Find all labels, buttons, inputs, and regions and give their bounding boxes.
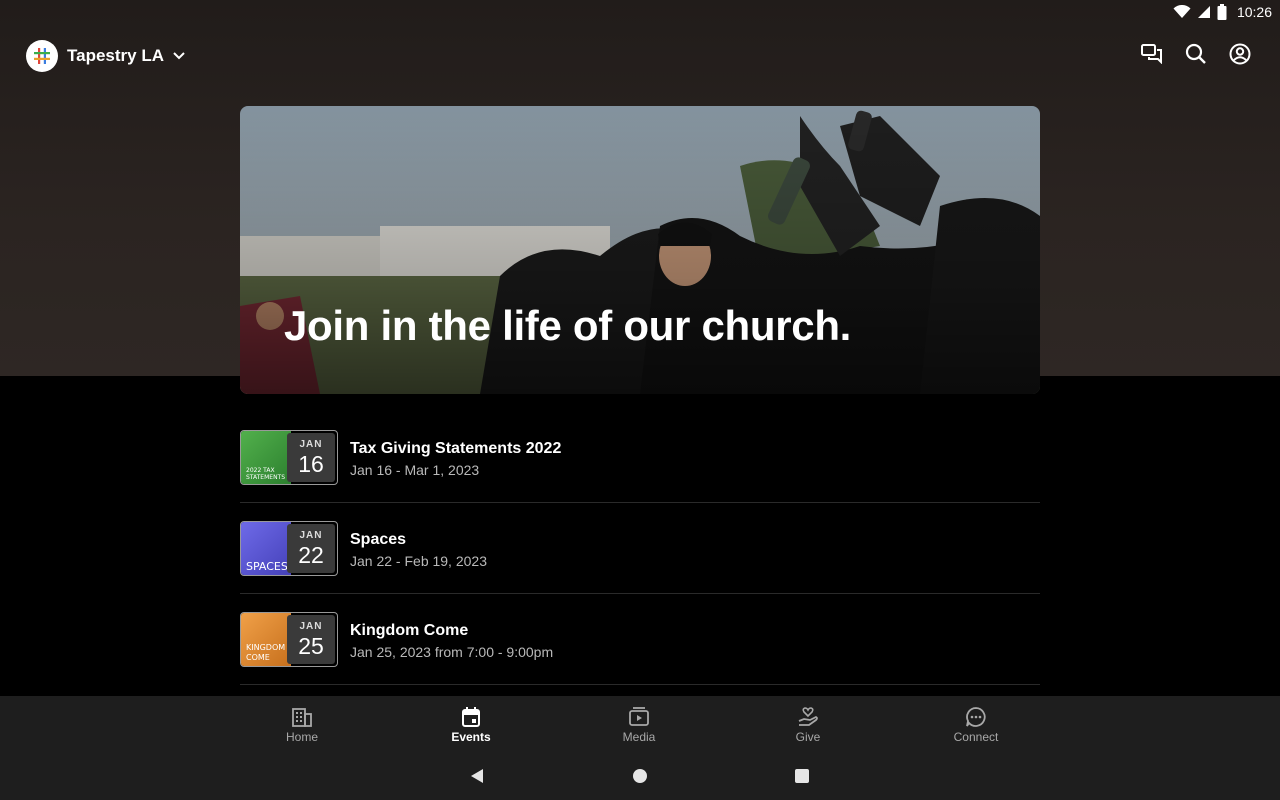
event-thumbnail-caption: SPACES bbox=[246, 560, 288, 573]
event-date-badge: JAN 16 bbox=[287, 433, 335, 482]
event-month: JAN bbox=[299, 439, 323, 450]
event-thumbnail: SPACES JAN 22 bbox=[240, 521, 338, 576]
media-play-icon bbox=[629, 707, 649, 726]
hero-title: Join in the life of our church. bbox=[284, 302, 852, 349]
event-month: JAN bbox=[299, 621, 323, 632]
bottom-nav: Home Events Media Give Connect bbox=[0, 696, 1280, 752]
event-item-tax-giving[interactable]: 2022 TAX STATEMENTS JAN 16 Tax Giving St… bbox=[240, 412, 1040, 503]
nav-label: Connect bbox=[953, 730, 999, 744]
nav-connect[interactable]: Connect bbox=[921, 696, 1031, 752]
event-title: Kingdom Come bbox=[350, 622, 469, 639]
nav-label: Media bbox=[622, 730, 656, 744]
org-switcher[interactable]: Tapestry LA bbox=[26, 40, 185, 72]
status-icons: 10:26 bbox=[1173, 4, 1272, 20]
hero-photo bbox=[240, 106, 1040, 394]
event-day: 16 bbox=[298, 451, 324, 477]
event-title: Tax Giving Statements 2022 bbox=[350, 440, 562, 457]
event-date-badge: JAN 22 bbox=[287, 524, 335, 573]
system-nav-bar bbox=[0, 752, 1280, 800]
event-date-range: Jan 16 - Mar 1, 2023 bbox=[350, 462, 480, 478]
header-actions bbox=[1140, 42, 1252, 66]
event-title: Spaces bbox=[350, 531, 407, 548]
event-list: 2022 TAX STATEMENTS JAN 16 Tax Giving St… bbox=[240, 412, 1040, 685]
app-header: Tapestry LA bbox=[0, 36, 1280, 78]
cell-signal-icon bbox=[1197, 6, 1210, 18]
hand-heart-icon bbox=[798, 707, 818, 726]
messages-button[interactable] bbox=[1140, 42, 1164, 66]
event-date-range: Jan 25, 2023 from 7:00 - 9:00pm bbox=[350, 644, 554, 660]
nav-home[interactable]: Home bbox=[247, 696, 357, 752]
back-icon[interactable] bbox=[468, 767, 486, 785]
nav-label: Give bbox=[795, 730, 821, 744]
org-name: Tapestry LA bbox=[67, 46, 164, 65]
search-icon bbox=[1185, 43, 1206, 64]
calendar-icon bbox=[462, 707, 480, 727]
event-date-badge: JAN 25 bbox=[287, 615, 335, 664]
recents-square-icon[interactable] bbox=[793, 767, 811, 785]
building-icon bbox=[292, 708, 312, 727]
chat-bubble-icon bbox=[966, 707, 986, 727]
event-item-kingdom-come[interactable]: KINGDOM COME JAN 25 Kingdom Come Jan 25,… bbox=[240, 594, 1040, 685]
event-thumbnail: KINGDOM COME JAN 25 bbox=[240, 612, 338, 667]
event-item-spaces[interactable]: SPACES JAN 22 Spaces Jan 22 - Feb 19, 20… bbox=[240, 503, 1040, 594]
tapestry-logo-icon bbox=[26, 40, 58, 72]
hero-banner[interactable]: Join in the life of our church. bbox=[240, 106, 1040, 394]
profile-button[interactable] bbox=[1228, 42, 1252, 66]
messages-icon bbox=[1141, 44, 1162, 64]
nav-label: Home bbox=[285, 730, 318, 744]
battery-icon bbox=[1217, 4, 1227, 20]
wifi-icon bbox=[1173, 5, 1191, 18]
event-thumbnail-caption: 2022 TAX STATEMENTS bbox=[246, 467, 286, 481]
event-day: 25 bbox=[298, 633, 324, 659]
search-button[interactable] bbox=[1184, 42, 1208, 66]
home-circle-icon[interactable] bbox=[631, 767, 649, 785]
status-bar: 10:26 bbox=[0, 0, 1280, 26]
event-thumbnail: 2022 TAX STATEMENTS JAN 16 bbox=[240, 430, 338, 485]
event-thumbnail-caption: KINGDOM COME bbox=[246, 643, 286, 662]
event-date-range: Jan 22 - Feb 19, 2023 bbox=[350, 553, 487, 569]
nav-events[interactable]: Events bbox=[416, 696, 526, 752]
event-day: 22 bbox=[298, 542, 324, 568]
event-month: JAN bbox=[299, 530, 323, 541]
nav-give[interactable]: Give bbox=[753, 696, 863, 752]
nav-media[interactable]: Media bbox=[584, 696, 694, 752]
status-time: 10:26 bbox=[1236, 4, 1272, 20]
nav-label: Events bbox=[451, 730, 491, 744]
chevron-down-icon bbox=[173, 52, 185, 60]
profile-icon bbox=[1229, 43, 1251, 65]
